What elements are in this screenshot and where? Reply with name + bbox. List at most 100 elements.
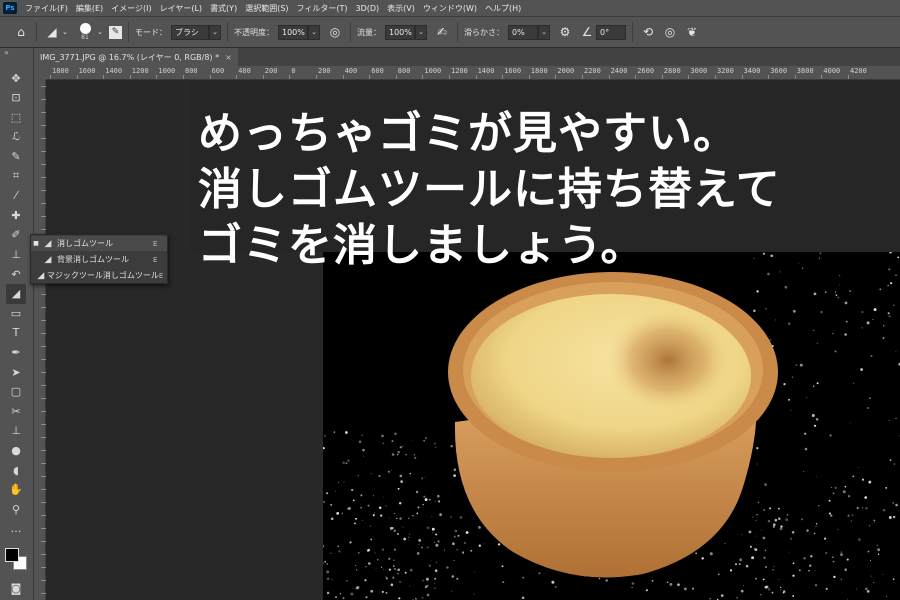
brush-tool-icon[interactable]: ✐: [6, 225, 26, 245]
menu-type[interactable]: 書式(Y): [206, 3, 241, 14]
lasso-tool-icon[interactable]: ℒ: [6, 127, 26, 147]
marquee-tool-icon[interactable]: ⬚: [6, 107, 26, 127]
smoothing-dropdown-icon[interactable]: ⌄: [538, 24, 550, 40]
flour-speck: [844, 485, 847, 488]
flour-speck: [439, 513, 442, 516]
eraser-tool-icon[interactable]: ◢: [6, 283, 26, 304]
menu-view[interactable]: 表示(V): [383, 3, 419, 14]
flyout-item-background-eraser[interactable]: ◢ 背景消しゴムツール E: [31, 252, 167, 267]
collapse-chevron-icon[interactable]: »: [4, 48, 30, 60]
symmetry-icon[interactable]: ❦: [683, 23, 701, 41]
flour-speck: [453, 535, 456, 538]
flour-speck: [422, 579, 425, 582]
airbrush-icon[interactable]: ✍: [433, 23, 451, 41]
blur-tool-icon[interactable]: ●: [6, 440, 26, 460]
options-bar: ⌂ ◢ ⌄ 81 ⌄ ✎ モード： ブラシ ⌄ 不透明度： 100% ⌄ ◎ 流…: [0, 16, 900, 48]
mode-dropdown-icon[interactable]: ⌄: [209, 24, 221, 40]
path-select-tool-icon[interactable]: ➤: [6, 362, 26, 382]
flour-speck: [435, 561, 438, 564]
eraser-preset-icon[interactable]: ◢: [43, 23, 61, 41]
eyedropper-tool-icon[interactable]: ⁄: [6, 186, 26, 206]
foreground-color-swatch[interactable]: [5, 548, 19, 562]
flour-speck: [399, 474, 403, 478]
menu-layer[interactable]: レイヤー(L): [156, 3, 206, 14]
gear-icon[interactable]: ⚙: [556, 23, 574, 41]
more-tools-icon[interactable]: …: [6, 519, 26, 539]
mode-select[interactable]: ブラシ: [171, 24, 209, 40]
flour-speck: [434, 500, 436, 502]
menu-edit[interactable]: 編集(E): [72, 3, 107, 14]
flour-speck: [422, 503, 424, 506]
flour-speck: [378, 506, 382, 509]
document-tab-title: IMG_3771.JPG @ 16.7% (レイヤー 0, RGB/8) *: [40, 52, 220, 62]
flour-speck: [478, 526, 481, 529]
flour-speck: [764, 549, 767, 551]
flour-speck: [452, 542, 455, 546]
type-tool-icon[interactable]: T: [6, 323, 26, 343]
crop-tool-icon[interactable]: ⌗: [6, 166, 26, 186]
flour-speck: [824, 291, 827, 294]
flour-speck: [814, 570, 816, 572]
menu-help[interactable]: ヘルプ(H): [481, 3, 525, 14]
chevron-down-icon[interactable]: ⌄: [61, 23, 69, 41]
flow-input[interactable]: 100%: [385, 24, 415, 40]
flour-speck: [755, 577, 758, 580]
chevron-down-icon[interactable]: ⌄: [95, 23, 105, 41]
menu-image[interactable]: イメージ(I): [107, 3, 155, 14]
pressure-opacity-icon[interactable]: ◎: [326, 23, 344, 41]
rectangle-tool-icon[interactable]: ▢: [6, 382, 26, 402]
smoothing-input[interactable]: 0%: [508, 24, 538, 40]
artboard-tool-icon[interactable]: ⊡: [6, 88, 26, 108]
menu-file[interactable]: ファイル(F): [21, 3, 72, 14]
ruler-label: 3600: [770, 67, 788, 75]
zoom-tool-icon[interactable]: ⚲: [6, 499, 26, 519]
color-swatches[interactable]: [5, 548, 29, 572]
flyout-item-magic-eraser[interactable]: ◢ マジックツール消しゴムツール E: [31, 268, 167, 283]
vertical-ruler[interactable]: [34, 80, 46, 600]
pen-tool-icon[interactable]: ✒: [6, 342, 26, 362]
home-icon[interactable]: ⌂: [12, 23, 30, 41]
history-brush-tool-icon[interactable]: ↶: [6, 264, 26, 284]
flour-speck: [433, 582, 435, 584]
canvas-workspace[interactable]: めっちゃゴミが見やすい。 消しゴムツールに持ち替えて ゴミを消しましょう。: [46, 80, 900, 600]
close-icon[interactable]: ×: [225, 53, 232, 62]
horizontal-ruler[interactable]: 1800 1600 1400 1200 1000 800 600 400 200 0 200 400 6…: [46, 66, 900, 80]
stamp-tool-icon[interactable]: ⊥: [6, 244, 26, 264]
flyout-item-eraser[interactable]: ■ ◢ 消しゴムツール E: [31, 236, 167, 251]
eraser-icon: ◢: [44, 238, 52, 249]
puppet-warp-tool-icon[interactable]: ✂: [6, 401, 26, 421]
menu-3d[interactable]: 3D(D): [352, 4, 384, 13]
document-tab[interactable]: IMG_3771.JPG @ 16.7% (レイヤー 0, RGB/8) * ×: [34, 48, 238, 66]
move-tool-icon[interactable]: ✥: [6, 68, 26, 88]
flour-speck: [780, 586, 782, 588]
menu-select[interactable]: 選択範囲(S): [241, 3, 292, 14]
quick-select-tool-icon[interactable]: ✎: [6, 146, 26, 166]
flour-speck: [756, 447, 759, 450]
brush-settings-icon[interactable]: ✎: [109, 25, 122, 39]
flour-speck: [473, 593, 475, 595]
document-canvas-image[interactable]: [323, 252, 900, 600]
menu-filter[interactable]: フィルター(T): [293, 3, 352, 14]
flour-speck: [739, 558, 743, 562]
brush-preset-picker[interactable]: 81: [75, 22, 95, 42]
spot-healing-tool-icon[interactable]: ✚: [6, 205, 26, 225]
erase-to-history-icon[interactable]: ⟲: [639, 23, 657, 41]
flour-speck: [833, 575, 836, 579]
flour-speck: [391, 527, 394, 529]
dodge-tool-icon[interactable]: ◖: [6, 460, 26, 480]
flour-speck: [385, 591, 388, 594]
pressure-size-icon[interactable]: ◎: [661, 23, 679, 41]
flour-speck: [396, 517, 398, 520]
gradient-tool-icon[interactable]: ▭: [6, 303, 26, 323]
menu-window[interactable]: ウィンドウ(W): [419, 3, 481, 14]
opacity-dropdown-icon[interactable]: ⌄: [308, 24, 320, 40]
opacity-input[interactable]: 100%: [278, 24, 308, 40]
stamp-2-tool-icon[interactable]: ⊥: [6, 421, 26, 441]
flow-dropdown-icon[interactable]: ⌄: [415, 24, 427, 40]
flour-speck: [456, 577, 459, 580]
photoshop-logo-icon[interactable]: Ps: [3, 2, 17, 14]
hand-tool-icon[interactable]: ✋: [6, 480, 26, 500]
quick-mask-icon[interactable]: ◙: [6, 578, 26, 598]
flour-speck: [762, 578, 765, 581]
angle-input[interactable]: 0°: [596, 24, 626, 40]
